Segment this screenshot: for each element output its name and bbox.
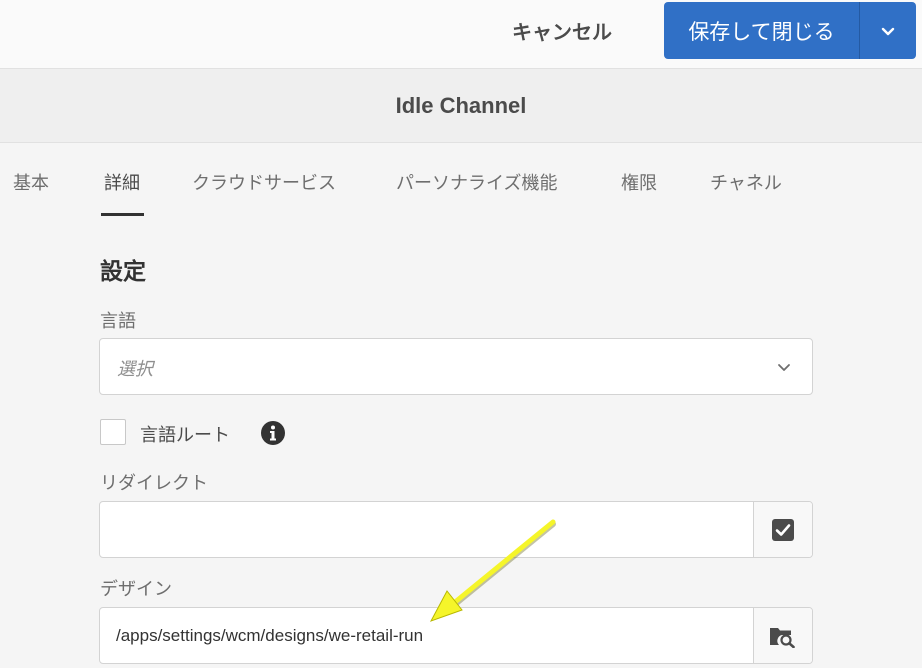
section-heading-settings: 設定: [100, 259, 146, 285]
folder-search-icon: [770, 627, 795, 648]
tab-channel[interactable]: チャネル: [710, 169, 782, 219]
language-root-checkbox[interactable]: [100, 419, 126, 445]
redirect-validate-button[interactable]: [753, 502, 812, 557]
check-square-icon: [772, 518, 794, 541]
language-root-label: 言語ルート: [140, 425, 230, 446]
chevron-down-icon: [881, 27, 895, 35]
language-label: 言語: [100, 311, 136, 332]
language-select[interactable]: 選択: [99, 338, 813, 395]
cancel-button[interactable]: キャンセル: [496, 10, 628, 50]
tab-cloud-services[interactable]: クラウドサービス: [192, 169, 336, 219]
tab-permissions[interactable]: 権限: [621, 169, 657, 219]
design-field: [99, 607, 813, 664]
tab-advanced[interactable]: 詳細: [104, 169, 140, 219]
design-label: デザイン: [100, 579, 172, 600]
title-bar: Idle Channel: [0, 69, 922, 143]
tab-basic[interactable]: 基本: [13, 169, 49, 219]
action-bar: キャンセル 保存して閉じる: [0, 0, 922, 69]
active-tab-indicator: [101, 213, 144, 216]
save-options-toggle[interactable]: [860, 2, 916, 59]
redirect-field: [99, 501, 813, 558]
tab-personalization[interactable]: パーソナライズ機能: [396, 169, 557, 219]
redirect-label: リダイレクト: [100, 473, 208, 494]
page-title: Idle Channel: [395, 92, 527, 118]
redirect-input[interactable]: [100, 502, 754, 557]
chevron-down-icon: [778, 364, 790, 371]
save-close-button-group: 保存して閉じる: [664, 2, 916, 59]
tab-list: 基本 詳細 クラウドサービス パーソナライズ機能 権限 チャネル: [0, 143, 922, 219]
design-path-input[interactable]: [100, 608, 754, 663]
save-close-button[interactable]: 保存して閉じる: [664, 2, 859, 59]
info-icon[interactable]: [260, 420, 286, 446]
design-browse-button[interactable]: [753, 608, 812, 663]
language-select-placeholder: 選択: [117, 359, 153, 380]
